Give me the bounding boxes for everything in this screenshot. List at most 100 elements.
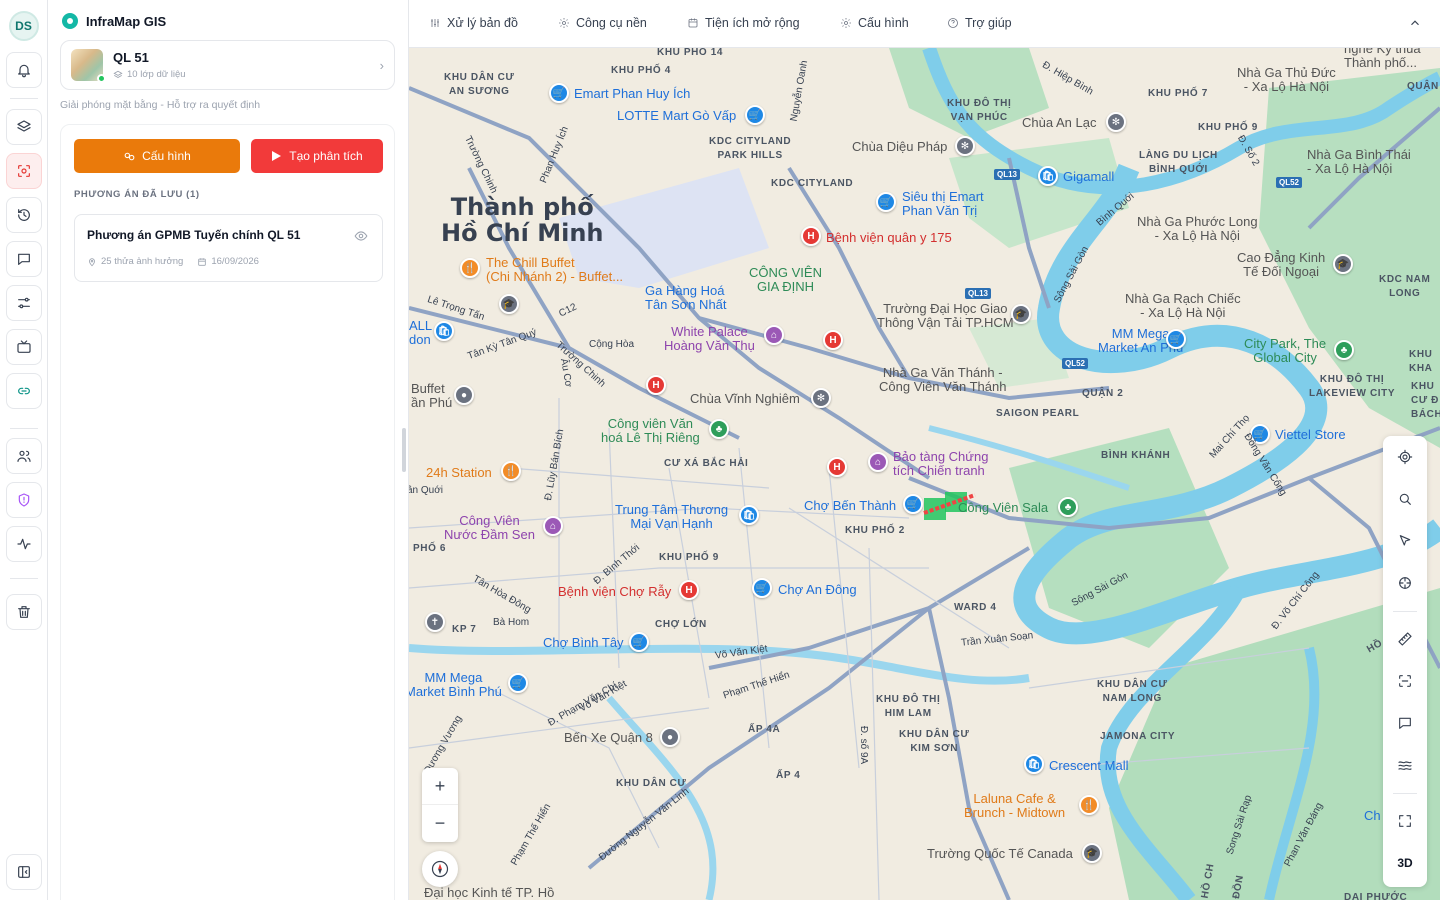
shopping-pin[interactable]: 🛍 <box>434 321 454 341</box>
cafe-pin[interactable]: 🍴 <box>1079 795 1099 815</box>
trash-button[interactable] <box>6 594 42 630</box>
filters-button[interactable] <box>6 285 42 321</box>
supermarket-pin[interactable]: 🛒 <box>508 673 528 693</box>
district-label: QUẬN 2 <box>1082 388 1124 399</box>
saved-plan-date: 16/09/2026 <box>211 256 259 267</box>
menu-base-tools[interactable]: Công cụ nền <box>558 16 647 30</box>
supermarket-pin[interactable]: 🛒 <box>745 105 765 125</box>
supermarket-pin[interactable]: 🛒 <box>1166 329 1186 349</box>
analysis-button[interactable] <box>6 153 42 189</box>
menu-map-processing[interactable]: Xử lý bản đồ <box>429 16 518 30</box>
market-pin[interactable]: 🛒 <box>903 494 923 514</box>
district-label: KHU PHỐ 14 <box>657 48 724 58</box>
zoom-out-button[interactable]: − <box>422 805 458 842</box>
venue-pin[interactable]: ⌂ <box>543 516 563 536</box>
area-select-button[interactable] <box>1383 663 1427 699</box>
menu-extensions[interactable]: Tiện ích mở rộng <box>687 16 800 30</box>
shopping-pin[interactable]: 🛍 <box>1038 166 1058 186</box>
hospital-pin[interactable]: H <box>823 330 843 350</box>
poi-label: Bệnh viện Chợ Rẫy <box>558 584 672 599</box>
monitor-button[interactable] <box>6 329 42 365</box>
market-pin[interactable]: 🛒 <box>752 578 772 598</box>
fullscreen-icon <box>1399 815 1411 827</box>
park-pin[interactable]: ♣ <box>1334 340 1354 360</box>
district-label: CHỢ LỚN <box>655 619 707 630</box>
park-pin[interactable]: ♣ <box>1058 497 1078 517</box>
road-shield: QL13 <box>965 288 992 299</box>
map-pin-icon <box>62 13 78 29</box>
city-label: Thành phố Hồ Chí Minh <box>441 193 604 247</box>
toggle-3d-button[interactable]: 3D <box>1383 845 1427 881</box>
shopping-pin[interactable]: 🛍 <box>1024 754 1044 774</box>
church-pin[interactable]: ✝ <box>425 612 445 632</box>
project-layer-count: 10 lớp dữ liệu <box>127 69 186 80</box>
select-button[interactable] <box>1383 523 1427 559</box>
user-avatar[interactable]: DS <box>8 11 39 41</box>
play-icon <box>272 151 282 161</box>
supermarket-pin[interactable]: 🛒 <box>876 192 896 212</box>
hospital-pin[interactable]: H <box>679 580 699 600</box>
zoom-in-button[interactable]: + <box>422 768 458 805</box>
school-pin[interactable]: 🎓 <box>499 294 519 314</box>
security-button[interactable] <box>6 482 42 518</box>
bus-station-pin[interactable]: ● <box>660 727 680 747</box>
config-button[interactable]: Cấu hình <box>74 139 240 173</box>
venue-pin[interactable]: ⌂ <box>764 325 784 345</box>
district-label: ẤP 4 <box>776 770 801 781</box>
temple-pin[interactable]: ✻ <box>811 388 831 408</box>
toggle-panel-button[interactable] <box>6 854 42 890</box>
saved-plan-item[interactable]: Phương án GPMB Tuyến chính QL 51 25 thửa… <box>74 214 383 282</box>
crosshair-icon <box>1399 577 1411 589</box>
comments-button[interactable] <box>6 241 42 277</box>
hospital-pin[interactable]: H <box>646 375 666 395</box>
museum-pin[interactable]: ⌂ <box>868 452 888 472</box>
restaurant-pin[interactable]: 🍴 <box>501 461 521 481</box>
temple-pin[interactable]: ✻ <box>955 136 975 156</box>
message-icon <box>1399 717 1411 729</box>
chevron-up-icon[interactable] <box>1408 16 1422 30</box>
compass-button[interactable] <box>422 851 458 887</box>
hospital-pin[interactable]: H <box>827 457 847 477</box>
poi-label: Nhà Ga Thủ Đức - Xa Lộ Hà Nội <box>1237 65 1336 94</box>
school-pin[interactable]: 🎓 <box>1333 254 1353 274</box>
history-button[interactable] <box>6 197 42 233</box>
project-tagline: Giải phóng mặt bằng - Hỗ trợ ra quyết đị… <box>60 99 261 111</box>
location-icon <box>89 257 95 266</box>
link-button[interactable] <box>6 373 42 409</box>
annotate-button[interactable] <box>1383 705 1427 741</box>
map-canvas[interactable]: Thành phố Hồ Chí Minh KHU PHỐ 14 KHU PHỐ… <box>409 48 1440 900</box>
park-pin[interactable]: ♣ <box>709 419 729 439</box>
temple-pin[interactable]: ✻ <box>1106 112 1126 132</box>
school-pin[interactable]: 🎓 <box>1011 304 1031 324</box>
menu-configuration[interactable]: Cấu hình <box>840 16 909 30</box>
users-button[interactable] <box>6 438 42 474</box>
calendar-icon <box>198 257 207 266</box>
project-selector[interactable]: QL 51 10 lớp dữ liệu › <box>60 40 395 90</box>
layers-button[interactable] <box>6 109 42 145</box>
school-pin[interactable]: 🎓 <box>1082 843 1102 863</box>
hospital-pin[interactable]: H <box>801 226 821 246</box>
measure-button[interactable] <box>1383 621 1427 657</box>
supermarket-pin[interactable]: 🛒 <box>549 83 569 103</box>
restaurant-pin[interactable]: ● <box>454 385 474 405</box>
restaurant-pin[interactable]: 🍴 <box>460 258 480 278</box>
locate-button[interactable] <box>1383 439 1427 475</box>
shopping-pin[interactable]: 🛍 <box>739 505 759 525</box>
poi-label: Trường Đại Học Giao Thông Vận Tải TP.HCM <box>877 301 1014 330</box>
fullscreen-button[interactable] <box>1383 803 1427 839</box>
menu-label: Cấu hình <box>858 16 909 30</box>
scan-target-icon <box>18 165 30 177</box>
market-pin[interactable]: 🛒 <box>629 632 649 652</box>
poi-label: Buffet ần Phú <box>411 381 453 410</box>
menu-help[interactable]: Trợ giúp <box>947 16 1012 30</box>
contour-button[interactable] <box>1383 747 1427 783</box>
poi-label: CÔNG VIÊN GIA ĐỊNH <box>749 265 822 294</box>
search-button[interactable] <box>1383 481 1427 517</box>
panel-resize-handle[interactable] <box>402 428 406 472</box>
eye-icon[interactable] <box>354 229 368 243</box>
crosshair-button[interactable] <box>1383 565 1427 601</box>
notifications-button[interactable] <box>6 52 42 88</box>
activity-button[interactable] <box>6 526 42 562</box>
create-analysis-button[interactable]: Tạo phân tích <box>251 139 383 173</box>
district-label: WARD 4 <box>954 602 997 613</box>
